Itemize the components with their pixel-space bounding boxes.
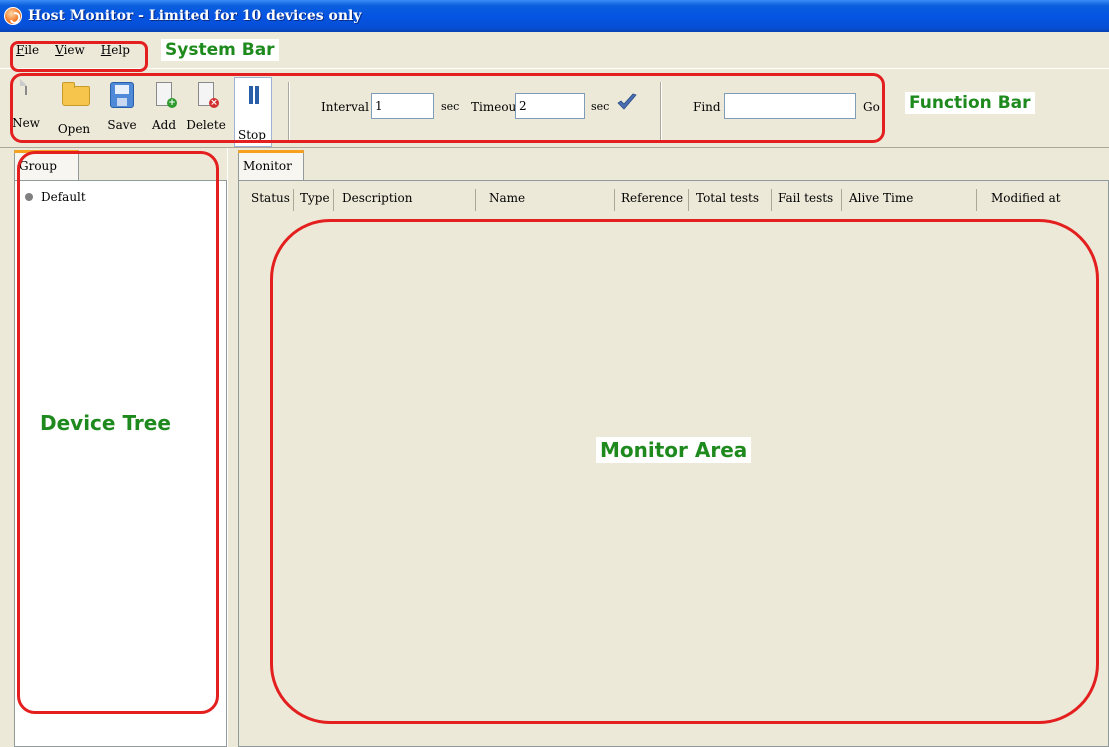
open-button[interactable]: Open [50, 80, 98, 136]
toolbar-separator-2 [660, 82, 662, 140]
tab-group-label: Group [19, 159, 57, 173]
tab-monitor[interactable]: Monitor [238, 150, 304, 182]
interval-input[interactable] [371, 93, 434, 119]
delete-button[interactable]: × Delete [182, 80, 230, 132]
host-monitor-icon [4, 7, 22, 25]
save-disk-icon [110, 82, 134, 112]
column-header-alive-time[interactable]: Alive Time [843, 189, 977, 211]
save-button-label: Save [107, 118, 137, 132]
add-button[interactable]: + Add [140, 80, 188, 132]
delete-device-icon: × [194, 82, 219, 112]
stop-button-label: Stop [238, 128, 266, 142]
checkmark-icon[interactable] [616, 92, 638, 112]
timeout-unit: sec [591, 100, 610, 113]
panel-splitter[interactable] [227, 148, 235, 747]
window-title: Host Monitor - Limited for 10 devices on… [28, 8, 362, 24]
menu-help-label: elp [111, 43, 130, 57]
add-device-icon: + [152, 82, 177, 112]
new-document-icon [14, 79, 38, 110]
find-input[interactable] [724, 93, 856, 119]
timeout-input[interactable] [515, 93, 585, 119]
tab-group[interactable]: Group [14, 150, 79, 182]
menu-view[interactable]: View [53, 41, 87, 59]
device-tree: Default [14, 180, 227, 747]
monitor-area-annotation: Monitor Area [596, 437, 752, 463]
toolbar-separator [288, 82, 290, 140]
column-header-reference[interactable]: Reference [615, 189, 689, 211]
column-header-status[interactable]: Status [245, 189, 294, 211]
device-tree-annotation: Device Tree [40, 411, 171, 435]
column-header-modified-at[interactable]: Modified at [985, 189, 1107, 211]
find-label: Find [693, 100, 721, 114]
column-header-description[interactable]: Description [336, 189, 476, 211]
interval-label: Interval [321, 100, 369, 114]
column-header-total-tests[interactable]: Total tests [690, 189, 772, 211]
menu-view-mnemonic: V [55, 43, 64, 57]
tree-item-default[interactable]: Default [25, 190, 86, 204]
column-header-type[interactable]: Type [294, 189, 334, 211]
menu-file-label: ile [24, 43, 40, 57]
tab-monitor-label: Monitor [243, 159, 292, 173]
column-header-fail-tests[interactable]: Fail tests [772, 189, 842, 211]
menu-help-mnemonic: H [100, 43, 112, 57]
save-button[interactable]: Save [98, 80, 146, 132]
stop-button[interactable]: Stop [234, 77, 272, 147]
tree-item-label: Default [41, 190, 86, 204]
go-button[interactable]: Go [863, 100, 880, 114]
pause-icon [247, 86, 261, 104]
menu-view-label: iew [63, 43, 85, 57]
add-button-label: Add [151, 118, 177, 132]
tree-node-icon [25, 193, 33, 201]
delete-button-label: Delete [186, 118, 226, 132]
interval-unit: sec [441, 100, 460, 113]
new-button-label: New [12, 116, 40, 130]
title-bar: Host Monitor - Limited for 10 devices on… [0, 0, 1109, 32]
new-button[interactable]: New [2, 79, 50, 130]
column-header-name[interactable]: Name [483, 189, 615, 211]
open-folder-icon [62, 82, 90, 116]
monitor-area: Status Type Description Name Reference T… [238, 180, 1109, 747]
open-button-label: Open [57, 122, 91, 136]
system-bar-annotation: System Bar [161, 39, 279, 61]
menu-file[interactable]: File [14, 41, 41, 59]
timeout-label: Timeout [471, 100, 522, 114]
function-bar-annotation: Function Bar [905, 92, 1035, 114]
menu-help[interactable]: Help [99, 41, 132, 59]
